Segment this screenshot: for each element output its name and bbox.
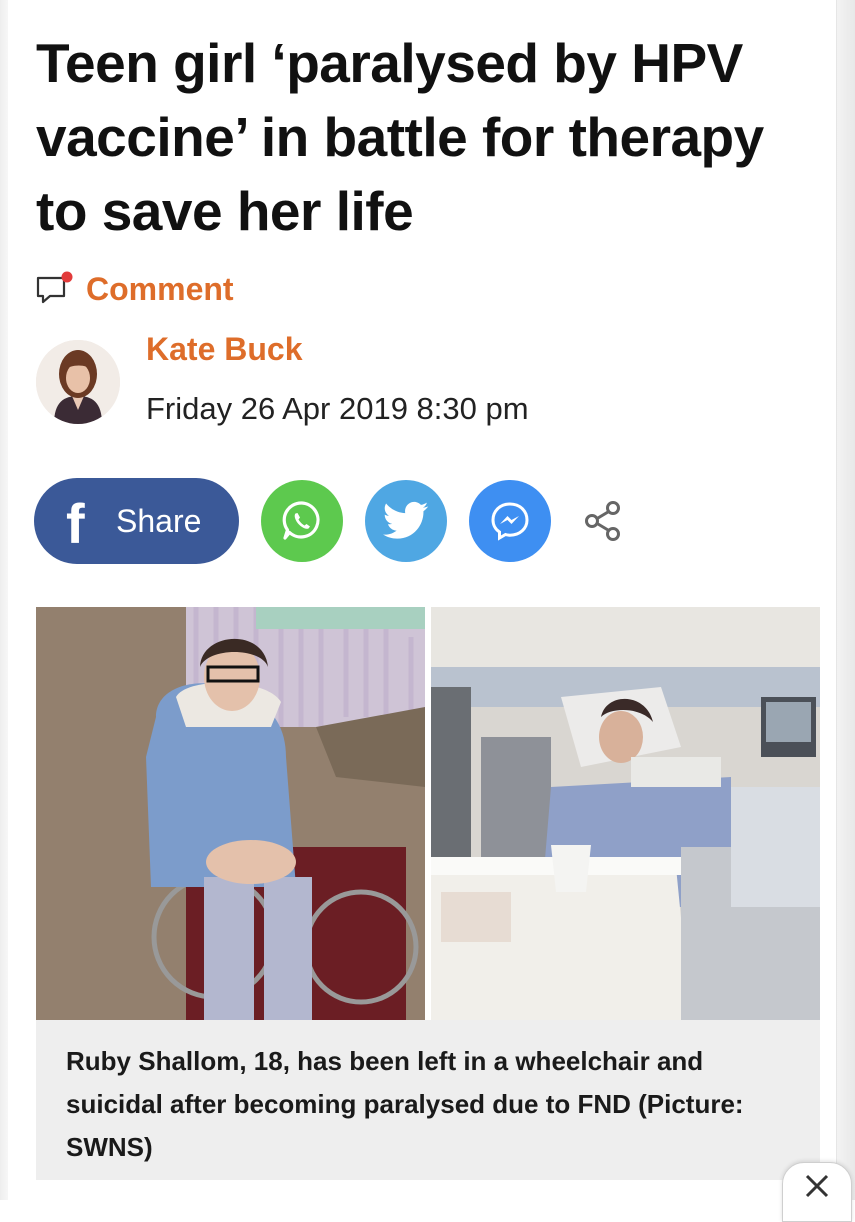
author-avatar [36,340,120,424]
twitter-share-button[interactable] [365,480,447,562]
image-caption: Ruby Shallom, 18, has been left in a whe… [66,1046,744,1162]
close-button[interactable] [782,1162,852,1222]
facebook-share-label: Share [116,502,202,539]
scrollbar-track[interactable] [836,0,855,1200]
whatsapp-icon [282,501,320,540]
author-name-link[interactable]: Kate Buck [146,331,303,368]
close-icon [805,1174,829,1198]
left-frame-edge [0,0,8,1200]
image-caption-box: Ruby Shallom, 18, has been left in a whe… [36,1020,820,1180]
more-share-button[interactable] [573,480,633,562]
publish-date: Friday 26 Apr 2019 8:30 pm [146,391,529,426]
facebook-share-button[interactable]: f Share [34,478,239,564]
comment-link[interactable]: Comment [36,265,234,313]
article-image[interactable] [36,607,820,1020]
whatsapp-share-button[interactable] [261,480,343,562]
comment-bubble-icon [36,271,73,304]
messenger-icon [491,502,529,541]
photo-hospital-bed [431,607,820,1020]
share-icon [585,501,620,541]
share-bar: f Share [34,478,633,564]
twitter-icon [383,501,429,539]
article-headline: Teen girl ‘paralysed by HPV vaccine’ in … [36,32,764,242]
messenger-share-button[interactable] [469,480,551,562]
comment-label: Comment [86,270,234,307]
facebook-icon: f [66,491,85,555]
photo-wheelchair [36,607,425,1020]
